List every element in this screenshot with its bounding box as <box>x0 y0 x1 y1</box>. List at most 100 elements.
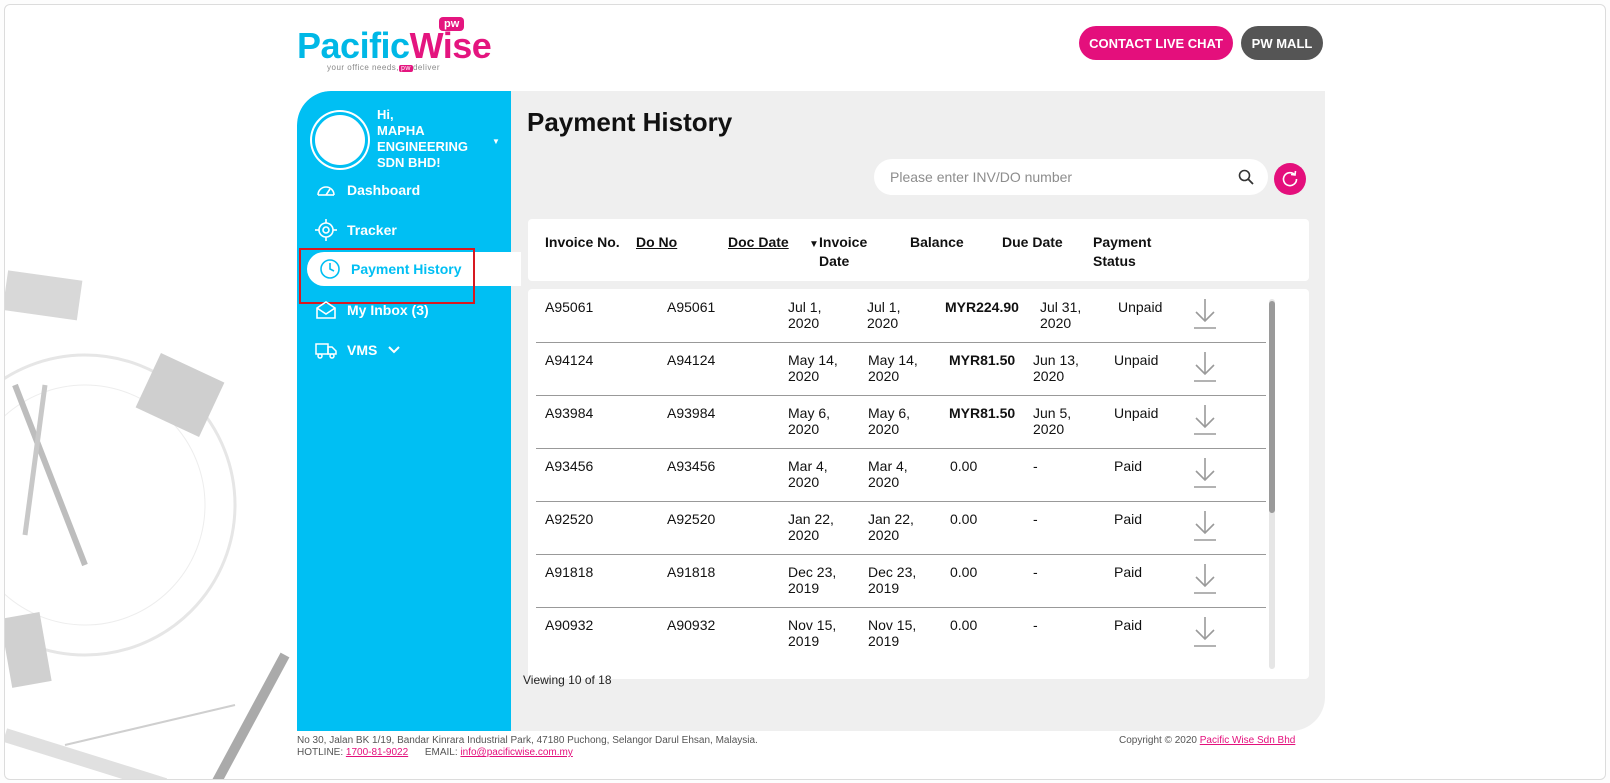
cell-do-no: A94124 <box>667 352 716 368</box>
cell-invoice-date: May 14, 2020 <box>868 352 918 384</box>
header-do-no[interactable]: Do No <box>636 233 677 252</box>
cell-invoice-date: Jul 1, 2020 <box>867 299 901 331</box>
download-icon[interactable] <box>1192 509 1218 545</box>
cell-invoice-no: A93456 <box>545 458 594 474</box>
pagination-info: Viewing 10 of 18 <box>523 673 612 687</box>
envelope-icon <box>316 301 336 319</box>
cell-balance: 0.00 <box>950 511 978 527</box>
table-row[interactable]: A95061 A95061 Jul 1, 2020 Jul 1, 2020 MYR2… <box>536 289 1266 343</box>
cell-status: Unpaid <box>1114 352 1159 368</box>
cell-status: Paid <box>1114 511 1143 527</box>
table-row[interactable]: A94124 A94124 May 14, 2020 May 14, 2020 MY… <box>536 342 1266 396</box>
sidebar-item-label: My Inbox (3) <box>347 302 429 318</box>
table-row[interactable]: A92520 A92520 Jan 22, 2020 Jan 22, 2020 0.… <box>536 501 1266 555</box>
footer-address: No 30, Jalan BK 1/19, Bandar Kinrara Ind… <box>297 735 758 758</box>
user-menu[interactable]: Hi, MAPHA ENGINEERING SDN BHD! ▼ <box>315 107 505 177</box>
stationery-background-image <box>5 270 290 779</box>
search-icon[interactable] <box>1238 169 1254 185</box>
contact-live-chat-button[interactable]: CONTACT LIVE CHAT <box>1079 26 1233 60</box>
cell-do-no: A93456 <box>667 458 716 474</box>
payment-table: A95061 A95061 Jul 1, 2020 Jul 1, 2020 MYR2… <box>528 289 1309 679</box>
logo-wordmark: PacificWise <box>297 25 492 66</box>
cell-do-no: A95061 <box>667 299 716 315</box>
pacificwise-logo[interactable]: PacificWise pw your office needs, pw deliv… <box>297 17 497 72</box>
cell-due-date: Jul 31, 2020 <box>1040 299 1082 331</box>
cell-due-date: - <box>1033 511 1038 527</box>
email-link[interactable]: info@pacificwise.com.my <box>460 747 572 758</box>
cell-balance: MYR224.90 <box>945 299 1019 315</box>
sidebar-item-label: VMS <box>347 342 378 358</box>
table-row[interactable]: A93456 A93456 Mar 4, 2020 Mar 4, 2020 0.00… <box>536 448 1266 502</box>
refresh-icon <box>1282 170 1298 187</box>
download-icon[interactable] <box>1192 403 1218 439</box>
cell-invoice-no: A95061 <box>545 299 594 315</box>
cell-invoice-date: Mar 4, 2020 <box>868 458 908 490</box>
main-card: Hi, MAPHA ENGINEERING SDN BHD! ▼ Dashboa… <box>297 91 1325 731</box>
cell-invoice-date: Jan 22, 2020 <box>868 511 914 543</box>
download-icon[interactable] <box>1192 615 1218 651</box>
logo-tagline: your office needs, pw deliver <box>327 63 441 72</box>
cell-doc-date: May 6, 2020 <box>788 405 831 437</box>
cell-due-date: - <box>1033 617 1038 633</box>
sidebar-item-inbox[interactable]: My Inbox (3) <box>315 295 429 325</box>
header-due-date: Due Date <box>1002 234 1063 250</box>
speedometer-icon <box>317 186 335 196</box>
table-row[interactable]: A91818 A91818 Dec 23, 2019 Dec 23, 2019 0.… <box>536 554 1266 608</box>
cell-invoice-no: A94124 <box>545 352 594 368</box>
logo-badge: pw <box>439 17 465 31</box>
cell-invoice-no: A91818 <box>545 564 594 580</box>
truck-icon <box>315 343 337 359</box>
cell-doc-date: May 14, 2020 <box>788 352 838 384</box>
cell-do-no: A93984 <box>667 405 716 421</box>
cell-doc-date: Nov 15, 2019 <box>788 617 837 649</box>
cell-due-date: Jun 13, 2020 <box>1033 352 1079 384</box>
search-input[interactable] <box>888 168 1238 186</box>
cell-invoice-no: A92520 <box>545 511 594 527</box>
cell-doc-date: Dec 23, 2019 <box>788 564 837 596</box>
cell-invoice-no: A90932 <box>545 617 594 633</box>
header-balance: Balance <box>910 234 964 250</box>
sidebar-item-label: Tracker <box>347 222 397 238</box>
user-greeting: Hi, MAPHA ENGINEERING SDN BHD! <box>377 107 469 170</box>
cell-status: Paid <box>1114 617 1143 633</box>
sort-desc-icon[interactable]: ▼ <box>809 239 819 250</box>
sidebar-item-dashboard[interactable]: Dashboard <box>315 175 420 205</box>
cell-do-no: A90932 <box>667 617 716 633</box>
table-row[interactable]: A93984 A93984 May 6, 2020 May 6, 2020 MYR8… <box>536 395 1266 449</box>
sidebar: Hi, MAPHA ENGINEERING SDN BHD! ▼ Dashboa… <box>297 91 521 731</box>
caret-down-icon: ▼ <box>492 137 500 146</box>
cell-due-date: Jun 5, 2020 <box>1033 405 1072 437</box>
cell-balance: MYR81.50 <box>949 352 1016 368</box>
target-icon <box>315 219 337 241</box>
chevron-down-icon <box>388 346 401 354</box>
search-box <box>874 159 1268 195</box>
download-icon[interactable] <box>1192 456 1218 492</box>
footer-copyright: Copyright © 2020 Pacific Wise Sdn Bhd <box>1119 735 1296 746</box>
refresh-button[interactable] <box>1274 163 1306 195</box>
scrollbar-thumb[interactable] <box>1269 301 1275 513</box>
cell-doc-date: Jul 1, 2020 <box>788 299 822 331</box>
cell-status: Paid <box>1114 458 1143 474</box>
cell-invoice-date: Dec 23, 2019 <box>868 564 917 596</box>
table-header: Invoice No. Do No Doc Date ▼ Invoice Date… <box>528 219 1309 281</box>
cell-do-no: A92520 <box>667 511 716 527</box>
cell-balance: 0.00 <box>950 564 978 580</box>
sidebar-item-vms[interactable]: VMS <box>315 335 401 365</box>
header-invoice-no: Invoice No. <box>545 234 620 250</box>
header-payment-status: Payment Status <box>1093 234 1152 269</box>
download-icon[interactable] <box>1192 297 1218 333</box>
cell-invoice-no: A93984 <box>545 405 594 421</box>
cell-balance: 0.00 <box>950 458 978 474</box>
company-link[interactable]: Pacific Wise Sdn Bhd <box>1200 735 1296 746</box>
cell-doc-date: Mar 4, 2020 <box>788 458 828 490</box>
sidebar-item-tracker[interactable]: Tracker <box>315 215 397 245</box>
cell-balance: 0.00 <box>950 617 978 633</box>
download-icon[interactable] <box>1192 350 1218 386</box>
pw-mall-button[interactable]: PW MALL <box>1241 26 1323 60</box>
header-doc-date[interactable]: Doc Date <box>728 233 789 252</box>
sidebar-item-label: Dashboard <box>347 182 421 198</box>
hotline-link[interactable]: 1700-81-9022 <box>346 747 408 758</box>
cell-status: Unpaid <box>1118 299 1163 315</box>
table-row[interactable]: A90932 A90932 Nov 15, 2019 Nov 15, 2019 0.… <box>536 607 1266 660</box>
download-icon[interactable] <box>1192 562 1218 598</box>
